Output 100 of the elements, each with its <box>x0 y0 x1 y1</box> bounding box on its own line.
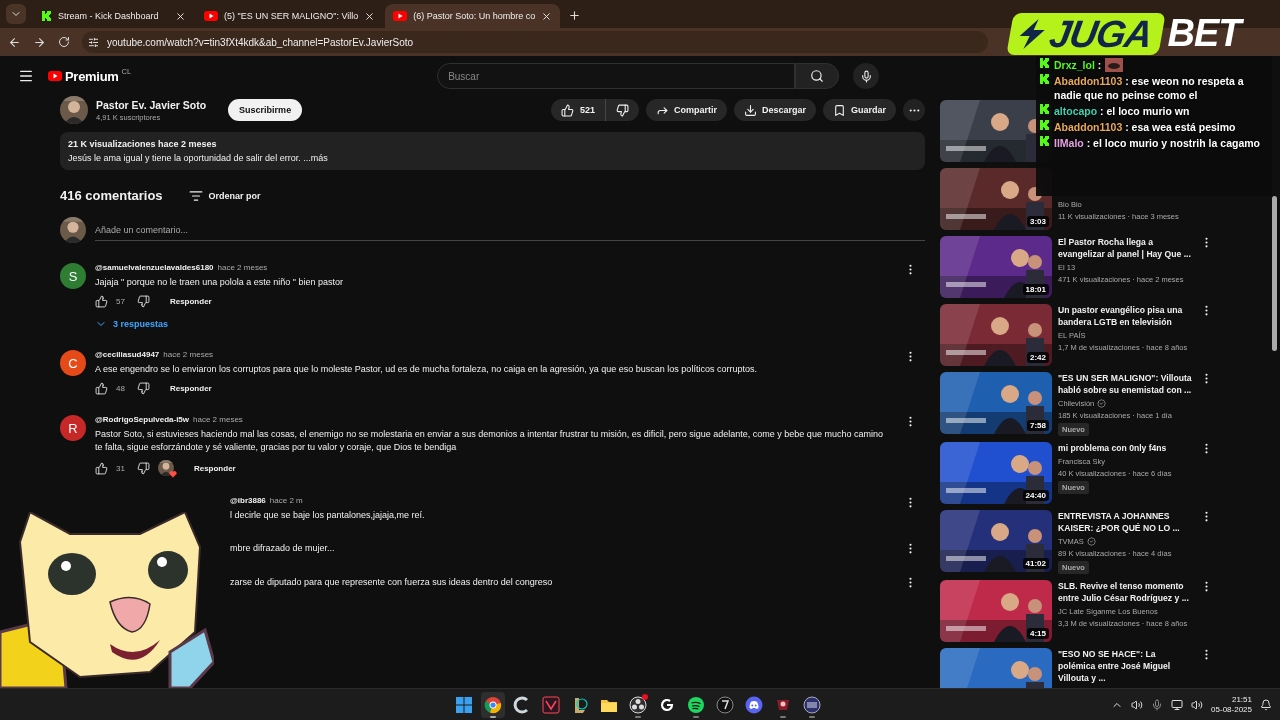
download-icon[interactable] <box>743 103 757 117</box>
clock-time[interactable]: 21:51 <box>1231 695 1252 704</box>
comment-author[interactable]: @RodrigoSepulveda-i5w <box>95 415 190 424</box>
scrollbar-thumb[interactable] <box>1272 196 1277 351</box>
emote-icon <box>1105 58 1124 72</box>
duration-badge: 4:15 <box>1027 628 1049 639</box>
description-box[interactable]: 21 K visualizaciones hace 2 meses Jesús le ama igual y tiene la oportunidad de salir del error. ...más <box>60 132 925 170</box>
forward-icon[interactable] <box>33 35 46 49</box>
sliders-icon[interactable] <box>88 36 99 48</box>
bookmark-icon[interactable] <box>833 103 846 117</box>
comment-author[interactable]: @samuelvalenzuelavaldes6180 <box>95 263 214 272</box>
like-icon[interactable] <box>95 382 108 395</box>
comment-input-field[interactable]: Añade un comentario... <box>95 219 925 241</box>
comment-text: Jajaja " porque no le traen una polola a este niño " bien pastor <box>95 276 345 289</box>
dislike-icon[interactable] <box>136 295 150 308</box>
notification-icon[interactable] <box>1260 698 1272 711</box>
chat-message: Abaddon1103 : esa wea está pesimo <box>1054 120 1236 134</box>
user-avatar: S <box>60 263 86 289</box>
video-title[interactable]: El Pastor Rocha llega a evangelizar al panel | Hay Que ... <box>1058 236 1193 260</box>
share-button[interactable]: Compartir <box>645 99 727 121</box>
comment-author[interactable]: @ceciliasud4947 <box>95 350 160 359</box>
heart-icon <box>168 470 177 478</box>
search-field[interactable]: Buscar <box>437 63 796 89</box>
mic-icon[interactable] <box>1151 698 1164 711</box>
browser-tab[interactable]: Stream - Kick Dashboard <box>34 4 194 28</box>
sort-icon[interactable] <box>188 188 203 203</box>
like-count: 31 <box>116 463 125 473</box>
video-title[interactable]: ENTREVISTA A JOHANNES KAISER: ¿POR QUÉ NO LO ... <box>1058 510 1193 534</box>
subscribe-button[interactable]: Suscribirme <box>228 99 303 121</box>
like-button[interactable]: 521 <box>550 99 606 121</box>
like-icon[interactable] <box>95 461 108 475</box>
browser-tab[interactable]: (5) "ES UN SER MALIGNO": Villo <box>196 4 384 28</box>
comment-text: zarse de diputado para que represente con fuerza sus ideas dentro del congreso <box>230 576 554 589</box>
spotify-icon[interactable] <box>687 695 705 714</box>
comment-text: l decirle que se baje los pantalones,jajaja,me reí. <box>230 509 426 522</box>
windows-icon[interactable] <box>455 695 473 714</box>
dislike-icon[interactable] <box>136 382 150 395</box>
duration-badge: 7:58 <box>1027 420 1049 431</box>
kick-icon <box>1040 104 1050 114</box>
comment-text: A ese engendro se lo enviaron los corruptos para que lo moleste Pastor, ud es de mucha fortaleza, no caiga en la agresión, ya que eso buscan los políticos corruptos. <box>95 363 758 376</box>
reply-button[interactable]: Responder <box>193 463 236 473</box>
youtube-icon <box>393 11 408 21</box>
mic-button[interactable] <box>853 63 880 89</box>
speaker-icon[interactable] <box>1131 698 1144 711</box>
reply-button[interactable]: Responder <box>169 384 212 393</box>
search-button[interactable] <box>795 63 840 89</box>
address-field[interactable]: youtube.com/watch?v=tin3fXt4kdk&ab_channel=PastorEv.JavierSoto <box>82 31 988 53</box>
description-text: Jesús le ama igual y tiene la oportunidad de salir del error. ...más <box>68 153 329 163</box>
comment-time: hace 2 meses <box>163 350 214 359</box>
volume-icon[interactable] <box>1191 698 1204 711</box>
alert-dot <box>642 693 648 700</box>
like-icon[interactable] <box>560 103 574 117</box>
duration-badge: 3:03 <box>1027 216 1049 227</box>
comment-author[interactable]: @ibr3886 <box>230 496 266 505</box>
dislike-icon[interactable] <box>615 103 629 117</box>
kick-icon <box>42 11 52 21</box>
video-title[interactable]: "ES UN SER MALIGNO": Villouta habló sobre su enemistad con ... <box>1058 372 1193 396</box>
video-title[interactable]: SLB. Revive el tenso momento entre Julio César Rodríguez y ... <box>1058 580 1193 604</box>
user-avatar: R <box>60 415 86 441</box>
close-icon[interactable] <box>175 10 186 22</box>
app-icon[interactable] <box>803 695 821 714</box>
menu-icon[interactable] <box>18 68 34 84</box>
video-title[interactable]: Un pastor evangélico pisa una bandera LGTB en televisión <box>1058 304 1193 328</box>
search-icon[interactable] <box>810 69 825 83</box>
close-icon[interactable] <box>364 10 376 22</box>
like-icon[interactable] <box>95 295 108 308</box>
duration-badge: 24:40 <box>1022 490 1049 501</box>
save-button[interactable]: Guardar <box>823 99 896 121</box>
new-tab-icon[interactable] <box>568 9 582 22</box>
like-count: 57 <box>116 297 125 306</box>
play-icon <box>48 71 62 81</box>
video-title[interactable]: "ESO NO SE HACE": La polémica entre José Miguel Villouta y ... <box>1058 648 1193 684</box>
channel-name[interactable]: Pastor Ev. Javier Soto <box>96 98 207 111</box>
chrome-icon[interactable] <box>484 695 502 714</box>
video-title[interactable]: mi problema con 0nly f4ns <box>1058 442 1193 454</box>
comment-time: hace 2 meses <box>217 263 268 272</box>
clock-date[interactable]: 05-08-2025 <box>1211 705 1252 714</box>
replies-toggle[interactable]: 3 respuestas <box>95 318 894 330</box>
chat-message: IlMalo : el loco murio y nostrih la cagamo <box>1054 136 1260 150</box>
kick-icon <box>1040 74 1050 84</box>
kick-icon <box>1040 58 1050 68</box>
discord-icon[interactable] <box>745 695 763 714</box>
download-button[interactable]: Descargar <box>733 99 816 121</box>
kick-icon <box>1040 120 1050 130</box>
comment-time: hace 2 meses <box>193 415 243 424</box>
mic-icon[interactable] <box>859 69 873 83</box>
back-icon[interactable] <box>8 35 21 49</box>
app-icon[interactable] <box>716 695 734 714</box>
close-icon[interactable] <box>541 10 553 22</box>
youtube-icon <box>204 11 218 21</box>
duration-badge: 41:02 <box>1022 558 1049 569</box>
sort-button[interactable]: Ordenar por <box>188 188 261 203</box>
network-icon[interactable] <box>1171 698 1184 711</box>
duration-badge: 2:42 <box>1027 352 1049 363</box>
chat-message: Abaddon1103 : ese weon no respeta a nadie que no peinse como el <box>1054 74 1245 102</box>
dislike-icon[interactable] <box>136 461 150 475</box>
reload-icon[interactable] <box>58 36 70 48</box>
browser-tab[interactable]: (6) Pastor Soto: Un hombre co <box>385 4 561 28</box>
logo-text: JUGA <box>1046 12 1156 55</box>
reply-button[interactable]: Responder <box>169 297 212 306</box>
